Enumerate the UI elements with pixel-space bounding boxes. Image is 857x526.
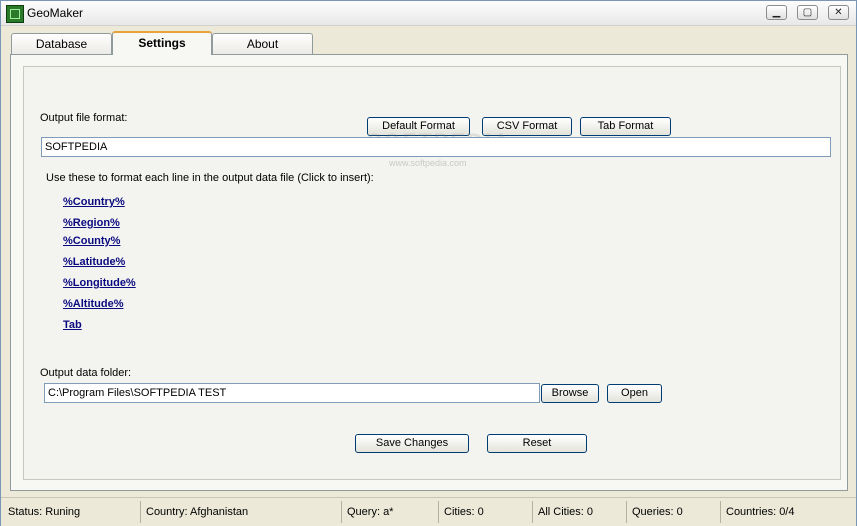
token-latitude-link[interactable]: %Latitude% [63,256,125,268]
output-format-label: Output file format: [40,112,128,124]
token-region-link[interactable]: %Region% [63,217,120,229]
status-query: Query: a* [342,501,439,523]
browse-button[interactable]: Browse [541,384,599,403]
maximize-icon[interactable]: ▢ [797,5,818,20]
tab-settings[interactable]: Settings [112,31,212,55]
title-bar[interactable]: GeoMaker ▁ ▢ ✕ [1,1,856,26]
save-changes-button[interactable]: Save Changes [355,434,469,453]
open-button[interactable]: Open [607,384,662,403]
reset-button[interactable]: Reset [487,434,587,453]
softpedia-watermark-url: www.softpedia.com [389,158,467,168]
minimize-icon[interactable]: ▁ [766,5,787,20]
status-text: Status: Runing [3,501,141,523]
status-bar: Status: Runing Country: Afghanistan Quer… [1,497,856,526]
token-county-link[interactable]: %County% [63,235,120,247]
format-instructions: Use these to format each line in the out… [46,172,374,184]
status-all-cities: All Cities: 0 [533,501,627,523]
status-countries: Countries: 0/4 [726,506,795,518]
token-tab-link[interactable]: Tab [63,319,82,331]
tab-format-button[interactable]: Tab Format [580,117,671,136]
token-longitude-link[interactable]: %Longitude% [63,277,136,289]
token-country-link[interactable]: %Country% [63,196,125,208]
close-icon[interactable]: ✕ [828,5,849,20]
app-icon [6,5,24,23]
token-altitude-link[interactable]: %Altitude% [63,298,124,310]
output-format-field[interactable]: SOFTPEDIA [41,137,831,157]
window-title: GeoMaker [27,6,84,20]
tab-about[interactable]: About [212,33,313,54]
status-country: Country: Afghanistan [141,501,342,523]
status-cities: Cities: 0 [439,501,533,523]
status-queries: Queries: 0 [627,501,721,523]
output-folder-label: Output data folder: [40,367,132,379]
tab-database[interactable]: Database [11,33,112,54]
output-folder-field[interactable]: C:\Program Files\SOFTPEDIA TEST [44,383,540,403]
app-window: GeoMaker ▁ ▢ ✕ Database Settings About O… [0,0,857,526]
